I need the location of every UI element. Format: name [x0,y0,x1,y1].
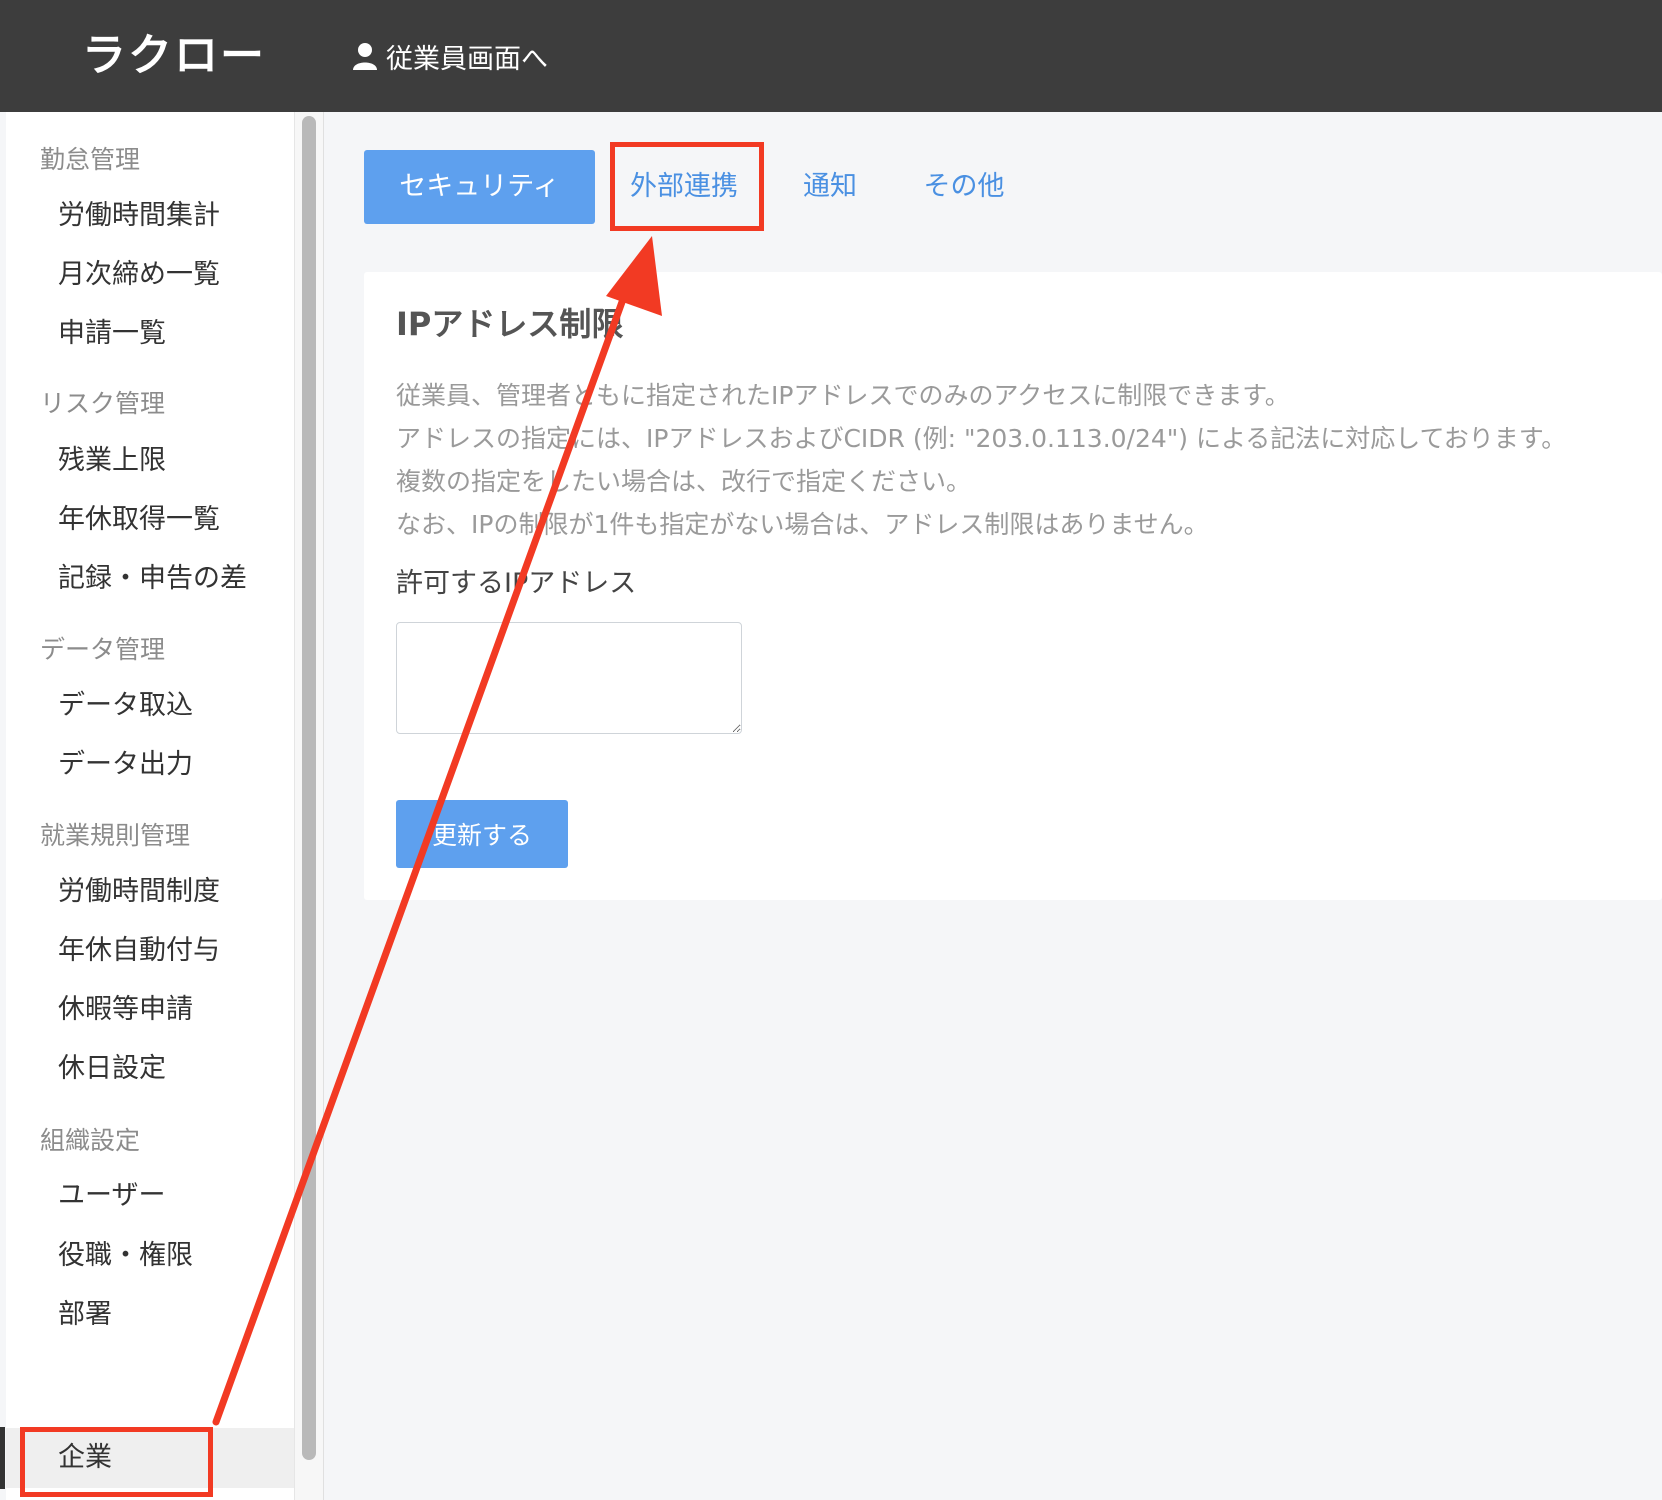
sidebar-item-holiday-settings[interactable]: 休日設定 [6,1040,294,1098]
annotation-highlight-external-tab [610,142,764,231]
description-line: 従業員、管理者ともに指定されたIPアドレスでのみのアクセスに制限できます。 [396,381,1290,410]
sidebar: 勤怠管理 労働時間集計 月次締め一覧 申請一覧 リスク管理 残業上限 年休取得一… [6,112,294,1500]
app-logo[interactable]: ラクロー [82,28,266,84]
sidebar-item-auto-leave-grant[interactable]: 年休自動付与 [6,922,294,980]
description-line: なお、IPの制限が1件も指定がない場合は、アドレス制限はありません。 [396,510,1209,539]
description-line: アドレスの指定には、IPアドレスおよびCIDR (例: "203.0.113.0… [396,424,1567,453]
user-icon [353,43,377,70]
sidebar-item-work-hour-system[interactable]: 労働時間制度 [6,863,294,921]
sidebar-item-data-export[interactable]: データ出力 [6,736,294,794]
sidebar-item-users[interactable]: ユーザー [6,1167,294,1225]
sidebar-section-organization: 組織設定 [40,1126,141,1155]
allowed-ip-textarea[interactable] [396,622,742,734]
annotation-highlight-company [20,1427,213,1497]
sidebar-item-requests[interactable]: 申請一覧 [6,305,294,363]
sidebar-item-leave-taken[interactable]: 年休取得一覧 [6,491,294,549]
sidebar-item-leave-requests[interactable]: 休暇等申請 [6,981,294,1039]
sidebar-item-work-hours-summary[interactable]: 労働時間集計 [6,187,294,245]
tab-notifications[interactable]: 通知 [790,150,870,224]
sidebar-item-overtime-limit[interactable]: 残業上限 [6,432,294,490]
allowed-ip-label: 許可するIPアドレス [396,568,637,599]
tab-security[interactable]: セキュリティ [364,150,595,224]
employee-screen-link-label: 従業員画面へ [386,43,548,75]
sidebar-section-attendance: 勤怠管理 [40,145,141,174]
panel-description: 従業員、管理者ともに指定されたIPアドレスでのみのアクセスに制限できます。 アド… [396,374,1636,546]
sidebar-section-work-rules: 就業規則管理 [40,821,191,850]
sidebar-section-risk: リスク管理 [40,389,166,418]
panel-title: IPアドレス制限 [396,305,624,343]
sidebar-item-data-import[interactable]: データ取込 [6,677,294,735]
update-button[interactable]: 更新する [396,800,568,868]
tab-other[interactable]: その他 [912,150,1016,224]
sidebar-scrollbar-thumb[interactable] [302,116,316,1460]
description-line: 複数の指定をしたい場合は、改行で指定ください。 [396,467,972,496]
sidebar-item-monthly-closing[interactable]: 月次締め一覧 [6,246,294,304]
app-header: ラクロー 従業員画面へ [0,0,1662,112]
sidebar-item-roles[interactable]: 役職・権限 [6,1227,294,1285]
sidebar-item-departments[interactable]: 部署 [6,1286,294,1344]
employee-screen-link[interactable]: 従業員画面へ [352,34,548,78]
active-indicator [0,1427,5,1489]
sidebar-item-record-diff[interactable]: 記録・申告の差 [6,550,294,608]
sidebar-section-data: データ管理 [40,635,166,664]
